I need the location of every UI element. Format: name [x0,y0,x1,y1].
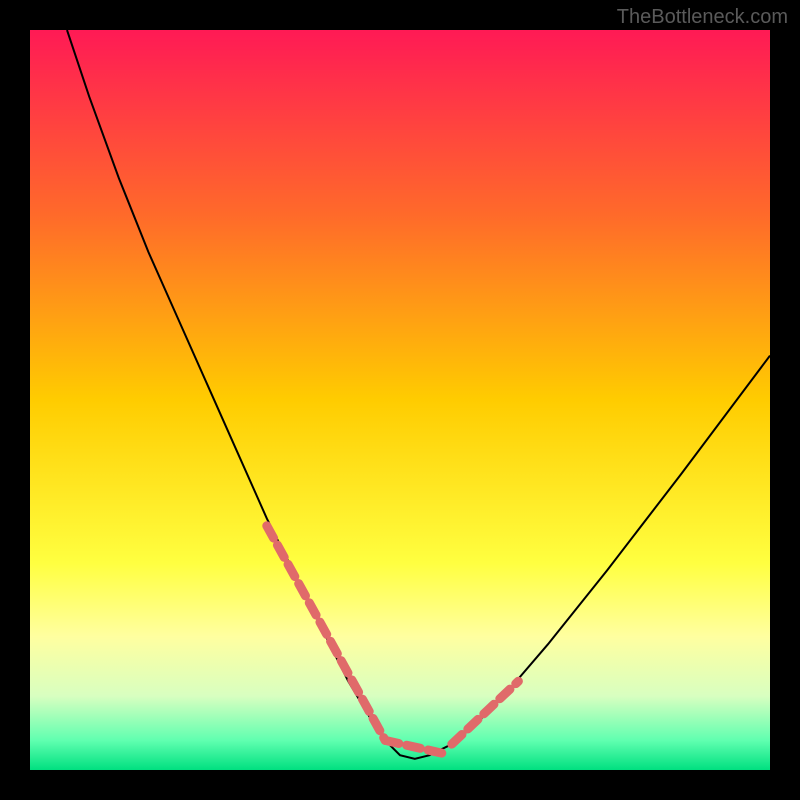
chart-background [30,30,770,770]
bottleneck-chart [30,30,770,770]
attribution-text: TheBottleneck.com [617,6,788,29]
